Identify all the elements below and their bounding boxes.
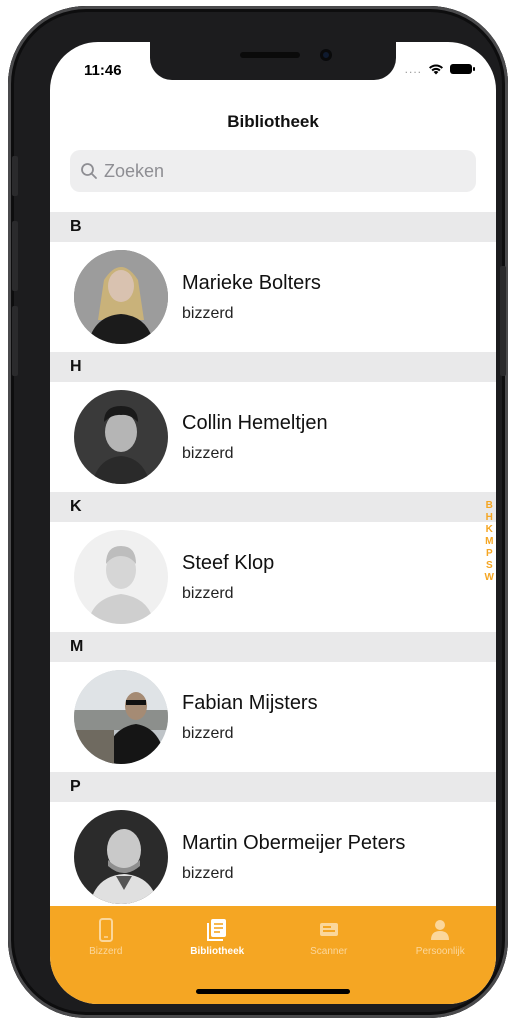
index-letter[interactable]: S [486, 560, 493, 572]
screen: 11:46 .... Bibliotheek Zoeken B Marieke … [50, 42, 496, 1004]
notch [150, 42, 396, 80]
avatar [74, 390, 168, 484]
person-icon [431, 920, 450, 940]
tab-label: Bizzerd [89, 946, 123, 957]
contact-name: Fabian Mijsters [182, 691, 318, 714]
contact-row[interactable]: Steef Klop bizzerd [50, 522, 496, 632]
index-letter[interactable]: W [485, 572, 494, 584]
avatar [74, 810, 168, 904]
tab-persoonlijk[interactable]: Persoonlijk [385, 906, 497, 1004]
index-letter[interactable]: B [486, 500, 493, 512]
contact-row[interactable]: Martin Obermeijer Peters bizzerd [50, 802, 496, 912]
index-letter[interactable]: P [486, 548, 493, 560]
contact-name: Steef Klop [182, 551, 275, 574]
index-letter[interactable]: K [486, 524, 493, 536]
page-title: Bibliotheek [227, 112, 319, 131]
power-button [500, 266, 506, 376]
contact-name: Martin Obermeijer Peters [182, 831, 406, 854]
library-icon [207, 919, 227, 941]
section-header-h: H [50, 352, 496, 382]
contact-name: Marieke Bolters [182, 271, 321, 294]
section-header-m: M [50, 632, 496, 662]
contact-subtitle: bizzerd [182, 444, 234, 462]
tab-label: Persoonlijk [415, 946, 465, 957]
volume-down-button [12, 306, 18, 376]
contact-row[interactable]: Collin Hemeltjen bizzerd [50, 382, 496, 492]
contact-name: Collin Hemeltjen [182, 411, 328, 434]
index-letter[interactable]: M [485, 536, 493, 548]
contact-subtitle: bizzerd [182, 304, 234, 322]
phone-icon [98, 918, 113, 942]
search-icon [81, 163, 97, 179]
contact-row[interactable]: Marieke Bolters bizzerd [50, 242, 496, 352]
section-index[interactable]: B H K M P S W [485, 500, 494, 584]
home-indicator[interactable] [196, 989, 350, 994]
camera [320, 49, 332, 61]
contact-subtitle: bizzerd [182, 584, 234, 602]
contact-subtitle: bizzerd [182, 864, 234, 882]
speaker [240, 52, 300, 58]
silent-switch [12, 156, 18, 196]
battery-icon [450, 64, 475, 74]
search-input[interactable]: Zoeken [70, 150, 476, 192]
contact-subtitle: bizzerd [182, 724, 234, 742]
volume-up-button [12, 221, 18, 291]
index-letter[interactable]: H [486, 512, 493, 524]
tab-label: Bibliotheek [190, 946, 245, 957]
avatar [74, 670, 168, 764]
contact-row[interactable]: Fabian Mijsters bizzerd [50, 662, 496, 772]
search-placeholder: Zoeken [104, 160, 165, 181]
avatar [74, 250, 168, 344]
status-indicators: .... [404, 62, 475, 76]
wifi-icon [429, 64, 443, 75]
section-header-p: P [50, 772, 496, 802]
signal-dots: .... [404, 62, 422, 76]
avatar-placeholder-icon [74, 530, 168, 624]
tab-label: Scanner [310, 946, 348, 957]
section-header-k: K [50, 492, 496, 522]
section-header-b: B [50, 212, 496, 242]
status-time: 11:46 [84, 62, 122, 79]
contact-list: B Marieke Bolters bizzerd H Collin Hemel… [50, 212, 496, 912]
phone-frame: 11:46 .... Bibliotheek Zoeken B Marieke … [8, 6, 508, 1018]
tab-bizzerd[interactable]: Bizzerd [50, 906, 162, 1004]
scanner-icon [319, 923, 338, 936]
